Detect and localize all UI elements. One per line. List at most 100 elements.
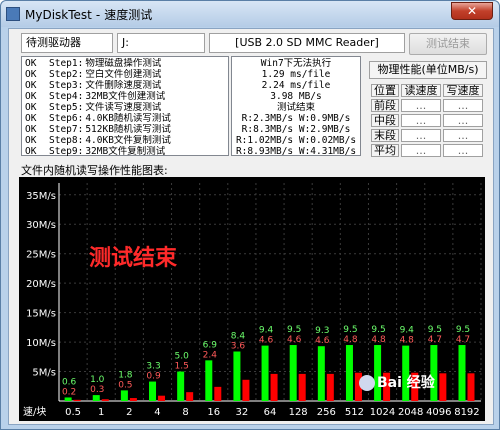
write-value-label: 0.2 xyxy=(62,387,76,397)
test-finished-button[interactable]: 测试结束 xyxy=(409,33,487,55)
perf-row-label: 平均 xyxy=(371,144,399,157)
drive-label: 待测驱动器 xyxy=(21,33,113,53)
perf-read-value: ... xyxy=(401,99,441,112)
step-row: OK Step4: 32MB文件创建测试 xyxy=(25,91,225,102)
step-number: Step2: xyxy=(49,69,84,80)
title-bar[interactable]: MyDiskTest - 速度测试 ✕ xyxy=(1,1,499,27)
drive-letter[interactable]: J: xyxy=(117,33,205,53)
read-value-label: 0.6 xyxy=(62,377,77,387)
app-icon xyxy=(6,7,20,21)
step-description: 空白文件创建测试 xyxy=(85,69,162,80)
perf-header-read: 读速度 xyxy=(401,84,441,97)
read-bar xyxy=(205,360,213,401)
step-status: OK xyxy=(25,80,37,91)
x-tick-label: 32 xyxy=(235,407,248,418)
read-bar xyxy=(92,395,100,401)
write-value-label: 3.6 xyxy=(231,342,246,352)
x-tick-label: 8192 xyxy=(454,407,479,418)
perf-row-label: 前段 xyxy=(371,99,399,112)
step-description: 32MB文件复制测试 xyxy=(85,146,166,157)
read-value-label: 9.5 xyxy=(428,325,442,335)
step-results: Win7下无法执行 1.29 ms/file 2.24 ms/file 3.98 MB… xyxy=(231,56,361,157)
step-row: OK Step6: 4.0KB随机读写测试 xyxy=(25,113,225,124)
write-value-label: 4.8 xyxy=(371,335,386,345)
step-result: R:8.3MB/s W:2.9MB/s xyxy=(241,124,351,135)
read-value-label: 9.4 xyxy=(259,326,274,336)
write-bar xyxy=(326,373,334,401)
step-status: OK xyxy=(25,69,37,80)
step-status: OK xyxy=(25,124,37,135)
step-row: OK Step8: 4.0KB文件复制测试 xyxy=(25,135,225,146)
step-result: R:2.3MB/s W:0.9MB/s xyxy=(241,113,351,124)
write-value-label: 4.6 xyxy=(315,336,330,346)
read-value-label: 9.5 xyxy=(343,325,357,335)
step-description: 4.0KB随机读写测试 xyxy=(85,113,171,124)
test-finished-overlay: 测试结束 xyxy=(89,245,178,271)
perf-write-value: ... xyxy=(443,129,483,142)
y-tick-label: 25M/s xyxy=(26,250,56,261)
x-tick-label: 4096 xyxy=(426,407,451,418)
perf-write-value: ... xyxy=(443,114,483,127)
read-value-label: 1.8 xyxy=(118,370,133,380)
write-value-label: 4.8 xyxy=(343,335,358,345)
read-bar xyxy=(233,351,241,401)
write-bar xyxy=(270,373,278,401)
step-number: Step1: xyxy=(49,58,84,69)
read-value-label: 9.5 xyxy=(371,325,385,335)
x-tick-label: 512 xyxy=(345,407,364,418)
x-tick-label: 2 xyxy=(126,407,132,418)
x-tick-label: 16 xyxy=(207,407,220,418)
step-description: 32MB文件创建测试 xyxy=(85,91,166,102)
step-row: OK Step3: 文件删除速度测试 xyxy=(25,80,225,91)
step-status: OK xyxy=(25,58,37,69)
y-tick-label: 20M/s xyxy=(26,279,56,290)
read-bar xyxy=(317,346,325,401)
y-tick-label: 10M/s xyxy=(26,338,56,349)
watermark-text: Bai 经验 xyxy=(377,375,435,391)
x-tick-label: 128 xyxy=(289,407,308,418)
step-result: 1.29 ms/file xyxy=(261,69,331,80)
paw-icon xyxy=(359,375,375,391)
perf-row: 末段 ... ... xyxy=(371,129,483,142)
write-bar xyxy=(101,399,109,401)
read-value-label: 3.3 xyxy=(146,362,160,372)
x-tick-label: 4 xyxy=(154,407,160,418)
perf-header-position: 位置 xyxy=(371,84,399,97)
close-button[interactable]: ✕ xyxy=(451,2,493,20)
read-value-label: 9.3 xyxy=(315,326,329,336)
step-result: R:1.02MB/s W:0.02MB/s xyxy=(235,135,357,146)
read-value-label: 8.4 xyxy=(231,332,246,342)
read-bar xyxy=(120,390,128,401)
perf-write-value: ... xyxy=(443,144,483,157)
step-number: Step8: xyxy=(49,135,84,146)
step-status: OK xyxy=(25,146,37,157)
write-bar xyxy=(242,379,250,401)
chart-label: 文件内随机读写操作性能图表: xyxy=(21,164,168,177)
device-name: [USB 2.0 SD MMC Reader] xyxy=(209,33,405,53)
write-bar xyxy=(214,386,222,401)
x-tick-label: 1 xyxy=(98,407,104,418)
perf-read-value: ... xyxy=(401,114,441,127)
window-title: MyDiskTest - 速度测试 xyxy=(25,8,153,22)
step-result: 3.98 MB/s xyxy=(270,91,322,102)
perf-row-label: 末段 xyxy=(371,129,399,142)
step-result: 2.24 ms/file xyxy=(261,80,331,91)
y-tick-label: 15M/s xyxy=(26,309,56,320)
x-tick-label: 8 xyxy=(182,407,188,418)
write-bar xyxy=(298,373,306,401)
x-tick-label: 64 xyxy=(264,407,277,418)
client-area: 待测驱动器 J: [USB 2.0 SD MMC Reader] 测试结束 OK… xyxy=(8,28,494,425)
y-tick-label: 35M/s xyxy=(26,191,56,202)
step-row: OK Step5: 文件读写速度测试 xyxy=(25,102,225,113)
x-tick-label: 2048 xyxy=(398,407,423,418)
write-value-label: 4.6 xyxy=(287,335,302,345)
step-row: OK Step2: 空白文件创建测试 xyxy=(25,69,225,80)
write-value-label: 0.5 xyxy=(118,380,132,390)
step-description: 物理磁盘操作测试 xyxy=(85,58,162,69)
perf-read-value: ... xyxy=(401,129,441,142)
read-bar xyxy=(149,381,157,401)
perf-table: 位置 读速度 写速度 前段 ... ... 中段 ... ... 末段 ... … xyxy=(369,82,485,159)
step-row: OK Step1: 物理磁盘操作测试 xyxy=(25,58,225,69)
step-number: Step5: xyxy=(49,102,84,113)
write-bar xyxy=(129,398,137,401)
